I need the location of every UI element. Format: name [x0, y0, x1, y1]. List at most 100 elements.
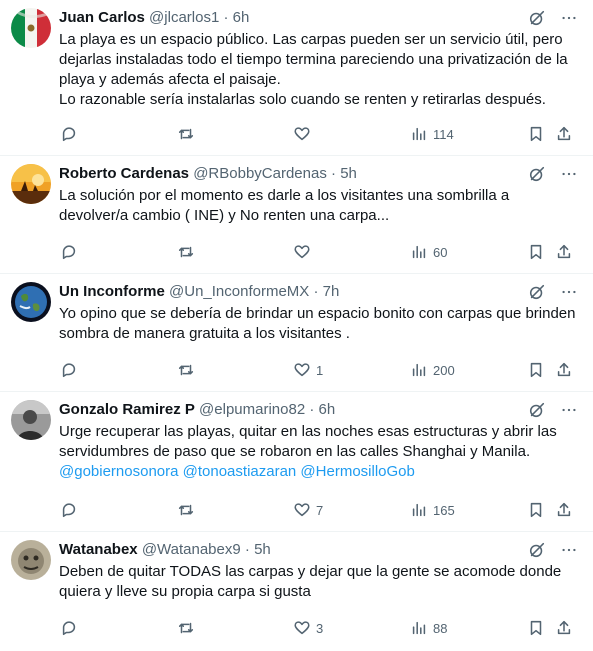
- author-handle[interactable]: @Un_InconformeMX: [169, 283, 309, 300]
- views-button[interactable]: 165: [409, 500, 455, 520]
- views-button[interactable]: 60: [409, 242, 447, 262]
- timestamp[interactable]: 6h: [319, 401, 336, 418]
- reply-feed: Juan Carlos @jlcarlos1 · 6h La playa es …: [0, 0, 593, 651]
- timestamp[interactable]: 5h: [254, 541, 271, 558]
- views-button[interactable]: 200: [409, 360, 455, 380]
- tweet-text-line: Deben de quitar TODAS las carpas y dejar…: [59, 563, 562, 600]
- views-button[interactable]: 88: [409, 618, 447, 638]
- retweet-icon: [176, 360, 196, 380]
- reply-button[interactable]: [59, 618, 79, 638]
- reply-icon: [59, 618, 79, 638]
- mention-links[interactable]: @gobiernosonora @tonoastiazaran @Hermosi…: [59, 462, 579, 482]
- retweet-icon: [176, 124, 196, 144]
- author-handle[interactable]: @Watanabex9: [142, 541, 241, 558]
- grok-icon[interactable]: [527, 540, 547, 560]
- more-options-icon[interactable]: [559, 8, 579, 28]
- like-count: 1: [316, 362, 324, 378]
- grok-icon[interactable]: [527, 8, 547, 28]
- face-avatar-icon: [11, 540, 51, 580]
- reply-button[interactable]: [59, 124, 79, 144]
- views-chart-icon: [409, 242, 429, 262]
- reply-icon: [59, 360, 79, 380]
- share-button[interactable]: [554, 500, 574, 520]
- like-button[interactable]: 7: [292, 500, 323, 520]
- view-count: 200: [433, 362, 455, 378]
- like-count: 7: [316, 502, 324, 518]
- reply-button[interactable]: [59, 360, 79, 380]
- bookmark-icon: [526, 360, 546, 380]
- author-handle[interactable]: @RBobbyCardenas: [193, 165, 327, 182]
- heart-icon: [292, 124, 312, 144]
- reply-tweet[interactable]: Gonzalo Ramirez P @elpumarino82 · 6h Urg…: [0, 392, 593, 532]
- author-name[interactable]: Roberto Cardenas: [59, 165, 189, 182]
- bookmark-button[interactable]: [526, 124, 546, 144]
- more-options-icon[interactable]: [559, 540, 579, 560]
- grok-icon[interactable]: [527, 282, 547, 302]
- retweet-button[interactable]: [176, 618, 196, 638]
- more-options-icon[interactable]: [559, 400, 579, 420]
- like-button[interactable]: 1: [292, 360, 323, 380]
- bookmark-button[interactable]: [526, 500, 546, 520]
- views-chart-icon: [409, 618, 429, 638]
- reply-button[interactable]: [59, 500, 79, 520]
- view-count: 60: [433, 244, 448, 260]
- author-handle[interactable]: @elpumarino82: [199, 401, 305, 418]
- reply-icon: [59, 242, 79, 262]
- person-avatar-icon: [11, 400, 51, 440]
- share-button[interactable]: [554, 360, 574, 380]
- reply-tweet[interactable]: Un Inconforme @Un_InconformeMX · 7h Yo o…: [0, 274, 593, 392]
- tweet-text: Yo opino que se debería de brindar un es…: [59, 304, 579, 344]
- timestamp[interactable]: 6h: [233, 9, 250, 26]
- bookmark-icon: [526, 242, 546, 262]
- avatar[interactable]: [11, 164, 51, 204]
- avatar[interactable]: [11, 400, 51, 440]
- share-button[interactable]: [554, 124, 574, 144]
- view-count: 114: [433, 126, 454, 142]
- author-name[interactable]: Gonzalo Ramirez P: [59, 401, 195, 418]
- like-button[interactable]: [292, 124, 316, 144]
- like-button[interactable]: [292, 242, 316, 262]
- timestamp[interactable]: 5h: [340, 165, 357, 182]
- author-name[interactable]: Watanabex: [59, 541, 138, 558]
- retweet-button[interactable]: [176, 500, 196, 520]
- author-name[interactable]: Juan Carlos: [59, 9, 145, 26]
- avatar[interactable]: [11, 8, 51, 48]
- avatar[interactable]: [11, 540, 51, 580]
- bookmark-button[interactable]: [526, 242, 546, 262]
- share-icon: [554, 500, 574, 520]
- retweet-button[interactable]: [176, 360, 196, 380]
- bookmark-icon: [526, 618, 546, 638]
- bookmark-icon: [526, 500, 546, 520]
- author-handle[interactable]: @jlcarlos1: [149, 9, 219, 26]
- author-name[interactable]: Un Inconforme: [59, 283, 165, 300]
- retweet-button[interactable]: [176, 124, 196, 144]
- separator-dot: ·: [223, 9, 229, 26]
- bookmark-button[interactable]: [526, 618, 546, 638]
- separator-dot: ·: [309, 401, 315, 418]
- grok-icon[interactable]: [527, 400, 547, 420]
- retweet-icon: [176, 618, 196, 638]
- reply-button[interactable]: [59, 242, 79, 262]
- retweet-button[interactable]: [176, 242, 196, 262]
- share-button[interactable]: [554, 242, 574, 262]
- reply-tweet[interactable]: Juan Carlos @jlcarlos1 · 6h La playa es …: [0, 0, 593, 156]
- more-options-icon[interactable]: [559, 282, 579, 302]
- reply-tweet[interactable]: Watanabex @Watanabex9 · 5h Deben de quit…: [0, 532, 593, 651]
- tweet-text-line: Urge recuperar las playas, quitar en las…: [59, 423, 557, 460]
- mexico-flag-avatar-icon: [11, 8, 51, 48]
- views-chart-icon: [409, 124, 429, 144]
- like-button[interactable]: 3: [292, 618, 323, 638]
- timestamp[interactable]: 7h: [323, 283, 340, 300]
- avatar[interactable]: [11, 282, 51, 322]
- views-button[interactable]: 114: [409, 124, 454, 144]
- reply-tweet[interactable]: Roberto Cardenas @RBobbyCardenas · 5h La…: [0, 156, 593, 274]
- heart-icon: [292, 242, 312, 262]
- more-options-icon[interactable]: [559, 164, 579, 184]
- tweet-text: Deben de quitar TODAS las carpas y dejar…: [59, 562, 579, 602]
- share-button[interactable]: [554, 618, 574, 638]
- grok-icon[interactable]: [527, 164, 547, 184]
- bookmark-button[interactable]: [526, 360, 546, 380]
- tweet-text: La playa es un espacio público. Las carp…: [59, 30, 579, 110]
- heart-icon: [292, 360, 312, 380]
- share-icon: [554, 242, 574, 262]
